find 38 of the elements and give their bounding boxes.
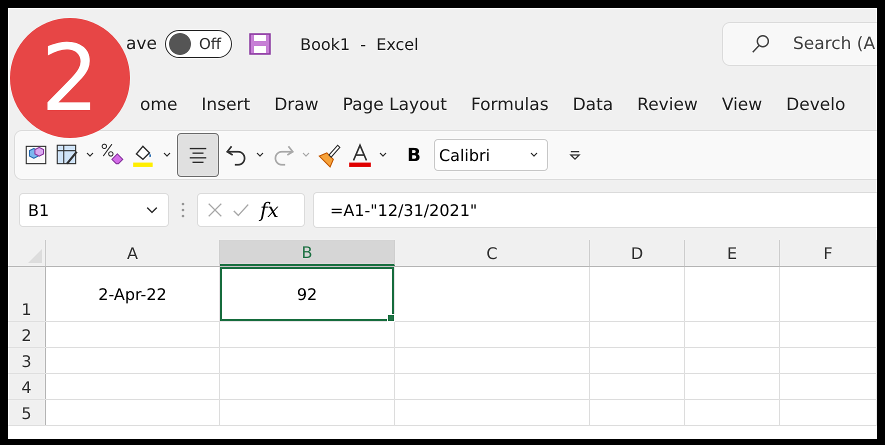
format-painter-icon[interactable] (316, 142, 342, 168)
row-header[interactable]: 2 (8, 322, 46, 347)
row-header[interactable]: 3 (8, 348, 46, 373)
bold-button[interactable]: B (399, 144, 429, 166)
column-header[interactable]: D (590, 240, 685, 266)
ribbon-tab[interactable]: Page Layout (332, 93, 457, 117)
table-cell[interactable]: 2-Apr-22 (46, 267, 220, 321)
ribbon-tab[interactable]: ome (130, 93, 188, 117)
search-icon (750, 33, 772, 55)
column-header[interactable]: E (685, 240, 780, 266)
grip-icon[interactable] (181, 202, 185, 218)
ribbon-tab[interactable]: Draw (264, 93, 329, 117)
column-header[interactable]: B (220, 240, 395, 266)
column-header[interactable]: F (780, 240, 877, 266)
ribbon-tab[interactable]: Insert (191, 93, 260, 117)
ribbon-tab[interactable]: Data (562, 93, 624, 117)
column-header[interactable]: C (395, 240, 590, 266)
table-cell[interactable]: 92 (220, 267, 395, 321)
row-header[interactable]: 4 (8, 374, 46, 399)
name-box[interactable]: B1 (19, 193, 169, 227)
font-color-icon[interactable] (347, 142, 373, 168)
center-align-button[interactable] (177, 133, 219, 177)
ribbon-tab[interactable]: View (712, 93, 772, 117)
row-header[interactable]: 5 (8, 400, 46, 425)
ribbon-tab[interactable]: Review (627, 93, 708, 117)
save-icon[interactable] (248, 32, 272, 56)
search-field[interactable]: Search (A (722, 22, 877, 66)
cancel-icon[interactable] (206, 201, 224, 219)
autosave-toggle[interactable]: Off (164, 30, 232, 58)
font-dropdown[interactable]: Calibri (434, 139, 548, 171)
enter-icon[interactable] (232, 201, 250, 219)
ribbon-tab[interactable]: Develo (776, 93, 856, 117)
caret-icon (146, 204, 158, 216)
window-title: Book1 - Excel (300, 34, 419, 54)
formula-field[interactable]: =A1-"12/31/2021" (313, 192, 877, 228)
insert-function-button[interactable]: fx (258, 198, 281, 222)
ribbon-tab[interactable]: Formulas (460, 93, 559, 117)
row-header[interactable]: 1 (8, 267, 46, 321)
